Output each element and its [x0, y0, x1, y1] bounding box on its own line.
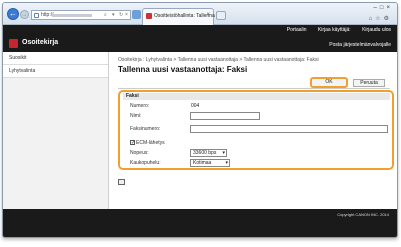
distance-value: Kotimaa — [193, 160, 212, 166]
tab-title: Osoitteistöhallinta: Tallenna ... — [154, 13, 221, 19]
chevron-down-icon: ▾ — [222, 150, 225, 156]
window-controls[interactable]: –□× — [374, 5, 393, 11]
copyright: Copyright CANON INC. 2014 — [337, 212, 389, 217]
speed-value: 33600 bps — [193, 150, 217, 156]
forward-icon[interactable]: → — [20, 10, 29, 19]
cancel-button[interactable]: Peruuta — [353, 79, 385, 87]
distance-select[interactable]: Kotimaa ▾ — [190, 159, 230, 167]
fax-number-label: Faksinumero: — [130, 126, 161, 132]
sidebar-item-favorites[interactable]: Suosikit — [3, 52, 108, 65]
ecm-row: ✓ ECM-lähetys — [120, 139, 392, 148]
name-input[interactable] — [190, 112, 260, 120]
app-title: Osoitekirja — [22, 39, 59, 46]
fax-number-input[interactable] — [190, 125, 388, 133]
number-row: Numero: 004 — [120, 102, 392, 111]
star-icon[interactable]: ☆ — [375, 16, 383, 22]
browser-window: ← → http:// ⌕ ▾ ↻ × Osoitteistöhallinta:… — [2, 2, 398, 238]
browser-toolbar: ← → http:// ⌕ ▾ ↻ × Osoitteistöhallinta:… — [3, 3, 397, 25]
new-tab-button[interactable] — [216, 11, 226, 20]
distance-row: Kaukopuhelu: Kotimaa ▾ — [120, 159, 392, 168]
stop-icon[interactable]: × — [125, 12, 128, 18]
canon-tab-icon — [146, 13, 152, 19]
fax-section: Faksi Numero: 004 Nimi: Faksinumero: ✓ E… — [118, 90, 394, 170]
speed-row: Nopeus: 33600 bps ▾ — [120, 149, 392, 158]
login-user-label: Kirjaa käyttäjä: — [317, 27, 351, 33]
ok-button[interactable]: OK — [310, 77, 348, 88]
logout-link[interactable]: Kirjaudu ulos — [362, 27, 391, 33]
speed-label: Nopeus: — [130, 150, 149, 156]
footer: Copyright CANON INC. 2014 — [3, 209, 397, 237]
main-content: Osoitekirja : Lyhytvalinta > Tallenna uu… — [109, 52, 397, 209]
print-icon[interactable] — [118, 179, 125, 185]
mail-admin-link[interactable]: Posta järjestelmänvalvojalle — [329, 42, 391, 48]
portal-link[interactable]: Portaalin — [287, 27, 307, 33]
top-links: Portaalin Kirjaa käyttäjä: Kirjaudu ulos — [277, 27, 391, 33]
browser-tab[interactable]: Osoitteistöhallinta: Tallenna ... × — [142, 8, 220, 25]
dropdown-icon[interactable]: ▾ — [112, 12, 115, 18]
ecm-checkbox[interactable]: ✓ — [130, 140, 135, 146]
app-header: Portaalin Kirjaa käyttäjä: Kirjaudu ulos… — [3, 25, 397, 52]
number-value: 004 — [191, 103, 200, 109]
section-title: Faksi — [123, 93, 390, 100]
distance-label: Kaukopuhelu: — [130, 160, 161, 166]
sidebar-item-speed-dial[interactable]: Lyhytvalinta — [3, 65, 108, 78]
close-icon[interactable]: × — [206, 12, 210, 18]
tab-favicon[interactable] — [132, 10, 141, 19]
back-icon[interactable]: ← — [7, 8, 19, 20]
page-title: Tallenna uusi vastaanottaja: Faksi — [118, 65, 248, 74]
ecm-label: ECM-lähetys — [136, 140, 165, 146]
chevron-down-icon: ▾ — [225, 160, 228, 166]
refresh-icon[interactable]: ↻ — [119, 12, 123, 18]
search-icon[interactable]: ⌕ — [104, 12, 107, 18]
number-label: Numero: — [130, 103, 150, 109]
gear-icon[interactable]: ⚙ — [384, 16, 392, 22]
fax-number-row: Faksinumero: — [120, 125, 392, 134]
address-host-redacted — [52, 14, 92, 17]
address-bar[interactable]: http:// ⌕ ▾ ↻ × — [31, 10, 131, 20]
name-label: Nimi: — [130, 113, 142, 119]
divider — [118, 88, 390, 89]
speed-select[interactable]: 33600 bps ▾ — [190, 149, 227, 157]
breadcrumb: Osoitekirja : Lyhytvalinta > Tallenna uu… — [118, 57, 319, 63]
sidebar: Suosikit Lyhytvalinta — [3, 52, 109, 209]
browser-tool-icons[interactable]: ⌂☆⚙ — [369, 15, 392, 22]
name-row: Nimi: — [120, 112, 392, 121]
address-book-icon — [9, 39, 18, 48]
page-icon — [34, 13, 39, 18]
